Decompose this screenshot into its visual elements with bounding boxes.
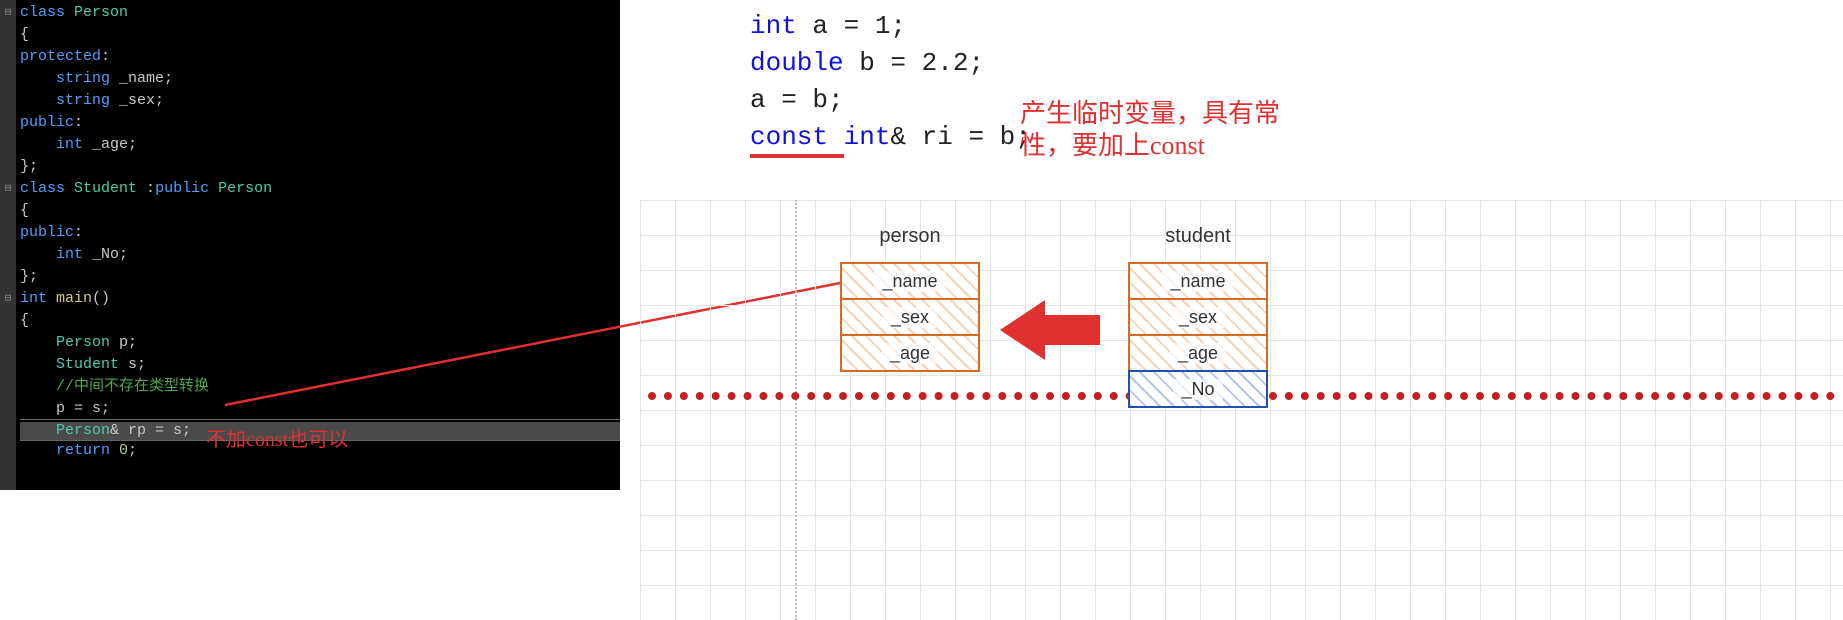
cell-name: _name	[840, 262, 980, 300]
student-box: _name _sex _age _No	[1128, 262, 1268, 408]
cell-sex: _sex	[1128, 298, 1268, 336]
cell-age: _age	[1128, 334, 1268, 372]
snippet-code: int a = 1; double b = 2.2; a = b; const …	[750, 8, 1031, 156]
arrow-left-icon	[1000, 300, 1100, 360]
fold-icon[interactable]: ⊟	[0, 2, 16, 24]
gutter: ⊟ ⊟ ⊟	[0, 0, 16, 490]
annotation-text: 产生临时变量，具有常 性，要加上const	[1020, 98, 1280, 162]
overlay-note: 不加const也可以	[206, 429, 348, 451]
fold-icon[interactable]: ⊟	[0, 288, 16, 310]
cell-no: _No	[1128, 370, 1268, 408]
code-area[interactable]: class Person { protected: string _name; …	[16, 0, 620, 490]
grid-guide-vertical	[795, 200, 797, 620]
cell-sex: _sex	[840, 298, 980, 336]
cell-age: _age	[840, 334, 980, 372]
person-label: person	[840, 225, 980, 248]
fold-icon[interactable]: ⊟	[0, 178, 16, 200]
cell-name: _name	[1128, 262, 1268, 300]
diagram-grid: person student _name _sex _age _name _se…	[640, 200, 1843, 620]
person-box: _name _sex _age	[840, 262, 980, 372]
code-editor: ⊟ ⊟ ⊟ class Person { protected: string _…	[0, 0, 620, 490]
right-panel: int a = 1; double b = 2.2; a = b; const …	[640, 0, 1843, 620]
student-label: student	[1128, 225, 1268, 248]
